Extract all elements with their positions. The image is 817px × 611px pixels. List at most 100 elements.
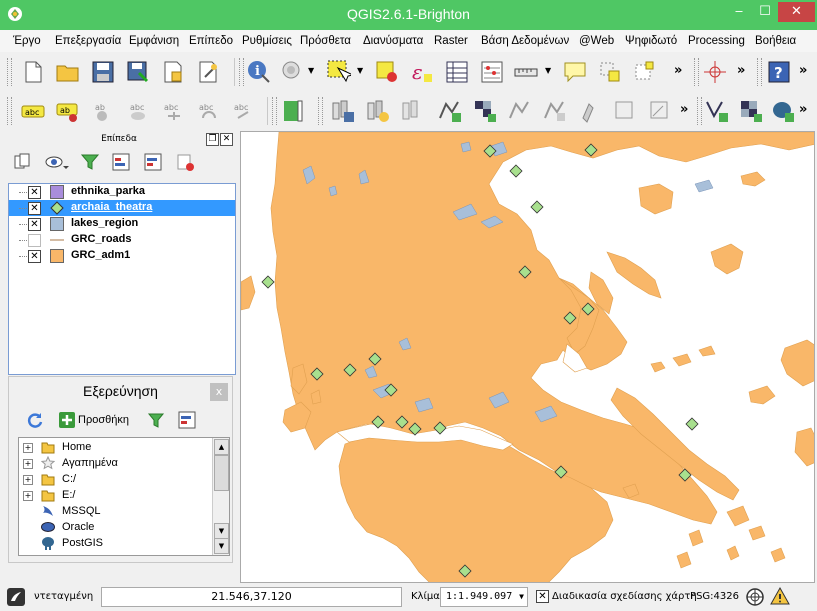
chevron-down-icon[interactable]: ▼ (545, 66, 551, 75)
toolbar-grip[interactable] (318, 97, 323, 125)
remove-layer-icon[interactable] (175, 152, 195, 172)
layer-visibility-checkbox[interactable]: ✕ (28, 218, 41, 231)
theatre-point[interactable] (530, 200, 544, 214)
layer-visibility-checkbox[interactable] (28, 234, 41, 247)
select-features-icon[interactable] (325, 58, 351, 84)
deselect-icon[interactable] (374, 59, 400, 85)
expand-toggle[interactable]: + (23, 443, 33, 453)
add-vertex-icon[interactable] (704, 98, 730, 124)
add-mssql-layer-icon[interactable] (365, 98, 391, 124)
pin-labels-icon[interactable]: ab (90, 98, 116, 124)
close-browser-button[interactable]: x (210, 383, 228, 401)
layer-row-ethnika-parka[interactable]: ✕ ethnika_parka (9, 184, 235, 200)
browser-item-e-drive[interactable]: + E:/ (19, 488, 209, 504)
scale-combobox[interactable]: 1:1.949.097 ▼ (440, 587, 528, 607)
new-print-composer-icon[interactable] (160, 59, 186, 85)
edit-tool-icon[interactable] (612, 98, 638, 124)
raster-calculator-icon[interactable] (280, 98, 306, 124)
menu-vector[interactable]: Διανύσματα (363, 35, 423, 47)
layer-row-lakes-region[interactable]: ✕ lakes_region (9, 216, 235, 232)
new-project-icon[interactable] (20, 59, 46, 85)
attribute-table-icon[interactable] (444, 59, 470, 85)
close-panel-button[interactable]: ✕ (220, 133, 233, 146)
layer-visibility-checkbox[interactable]: ✕ (28, 186, 41, 199)
browser-scrollbar[interactable]: ▲ ▼ ▼ (212, 438, 229, 555)
crosshair-icon[interactable] (702, 59, 728, 85)
chevron-down-icon[interactable]: ▼ (357, 66, 363, 75)
message-log-icon[interactable] (6, 587, 26, 607)
layer-labeling-icon[interactable]: ab (55, 98, 81, 124)
close-button[interactable]: ✕ (778, 2, 815, 22)
map-canvas[interactable] (240, 131, 815, 583)
menu-edit[interactable]: Επεξεργασία (55, 35, 121, 47)
scroll-down-button[interactable]: ▼ (214, 523, 229, 539)
warning-icon[interactable] (770, 586, 790, 606)
menu-plugins[interactable]: Πρόσθετα (300, 35, 351, 47)
menu-mesh[interactable]: Ψηφιδωτό (625, 35, 677, 47)
menu-help[interactable]: Βοήθεια (755, 35, 796, 47)
layer-row-grc-adm1[interactable]: ✕ GRC_adm1 (9, 248, 235, 264)
zoom-select-icon[interactable] (280, 59, 306, 85)
add-group-icon[interactable] (13, 152, 33, 172)
float-panel-button[interactable]: ❐ (206, 133, 219, 146)
maximize-button[interactable]: ☐ (752, 2, 778, 22)
menu-database[interactable]: Βάση Δεδομένων (481, 35, 569, 47)
browser-item-oracle[interactable]: Oracle (19, 520, 209, 536)
menu-view[interactable]: Εμφάνιση (129, 35, 179, 47)
expand-toggle[interactable]: + (23, 491, 33, 501)
layer-row-grc-roads[interactable]: GRC_roads (9, 232, 235, 248)
scroll-down-button[interactable]: ▼ (214, 538, 229, 554)
expand-toggle[interactable]: + (23, 459, 33, 469)
add-wcs-layer-icon[interactable] (472, 98, 498, 124)
browser-item-home[interactable]: + Home (19, 440, 209, 456)
filter-icon[interactable] (147, 411, 165, 429)
statistics-icon[interactable] (479, 59, 505, 85)
theatre-point[interactable] (685, 417, 699, 431)
layer-visibility-checkbox[interactable]: ✕ (28, 250, 41, 263)
browser-item-mssql[interactable]: MSSQL (19, 504, 209, 520)
measure-line-icon[interactable] (513, 59, 539, 85)
toolbar-grip[interactable] (697, 97, 702, 125)
save-project-icon[interactable] (90, 59, 116, 85)
browser-item-postgis[interactable]: PostGIS (19, 536, 209, 552)
layer-visibility-checkbox[interactable]: ✕ (28, 202, 41, 215)
coordinate-field[interactable]: 21.546,37.120 (101, 587, 402, 607)
toolbar-overflow-button[interactable]: » (680, 102, 688, 117)
toolbar-grip[interactable] (694, 58, 699, 86)
map-tips-icon[interactable] (562, 59, 588, 85)
add-wms-layer-icon[interactable] (400, 98, 426, 124)
toolbar-grip[interactable] (7, 97, 12, 125)
digitize-tool-icon[interactable] (577, 98, 603, 124)
theatre-point[interactable] (509, 164, 523, 178)
composer-manager-icon[interactable] (195, 59, 221, 85)
menu-raster[interactable]: Raster (434, 35, 468, 47)
menu-project[interactable]: Έργο (13, 35, 41, 47)
toolbar-grip[interactable] (757, 58, 762, 86)
render-checkbox[interactable]: ✕ (536, 590, 549, 603)
collapse-all-icon[interactable] (178, 411, 196, 429)
add-button-label[interactable]: Προσθήκη (78, 414, 129, 426)
node-tool-icon[interactable] (647, 98, 673, 124)
menu-processing[interactable]: Processing (688, 35, 745, 47)
menu-web[interactable]: @Web (579, 35, 614, 47)
refresh-icon[interactable] (26, 411, 44, 429)
toolbar-overflow-button[interactable]: » (799, 63, 807, 78)
show-hide-labels-icon[interactable]: abc (125, 98, 151, 124)
minimize-button[interactable]: ‒ (726, 2, 752, 22)
menu-settings[interactable]: Ρυθμίσεις (242, 35, 292, 47)
expression-select-icon[interactable]: ε (409, 59, 435, 85)
identify-icon[interactable]: i (246, 59, 272, 85)
toolbar-grip[interactable] (239, 58, 244, 86)
expand-toggle[interactable]: + (23, 475, 33, 485)
save-as-icon[interactable] (125, 59, 151, 85)
new-vector-layer-icon[interactable] (437, 98, 463, 124)
toolbar-overflow-button[interactable]: » (799, 102, 807, 117)
toolbar-grip[interactable] (7, 58, 12, 86)
labeling-icon[interactable]: abc (20, 98, 46, 124)
chevron-down-icon[interactable]: ▼ (308, 66, 314, 75)
change-label-icon[interactable]: abc (230, 98, 256, 124)
collapse-all-icon[interactable] (143, 152, 163, 172)
filter-icon[interactable] (80, 152, 100, 172)
scroll-thumb[interactable] (214, 455, 229, 491)
browser-item-favourites[interactable]: + Αγαπημένα (19, 456, 209, 472)
